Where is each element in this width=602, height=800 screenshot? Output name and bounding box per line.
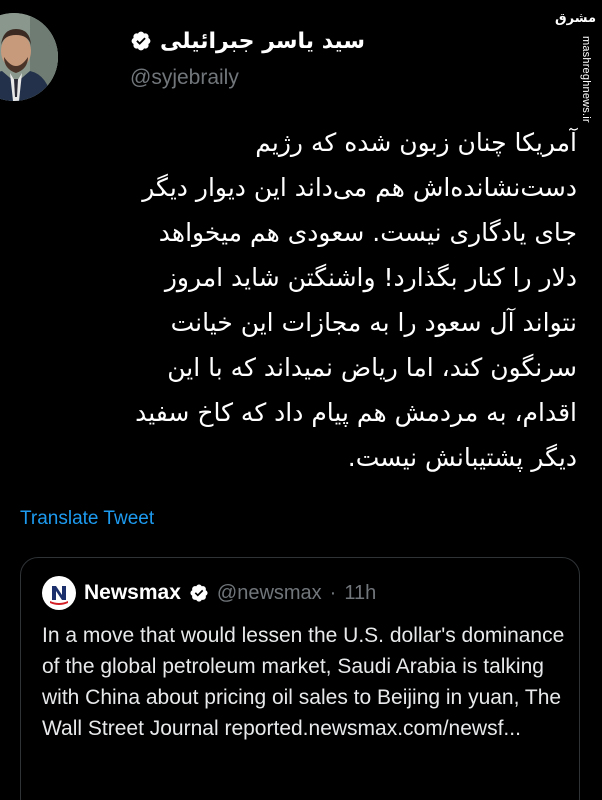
separator-dot: · [329,581,337,604]
tweet-line: دلار را کنار بگذارد! واشنگتن شاید امروز [164,263,577,292]
quoted-author-name[interactable]: Newsmax [84,581,181,605]
author-display-name[interactable]: سید یاسر جبرائیلی [160,29,365,54]
quoted-tweet-text: In a move that would lessen the U.S. dol… [42,624,565,740]
tweet-line: سرنگون کند، اما ریاض نمیداند که با این [167,353,577,382]
author-name-row: سید یاسر جبرائیلی [130,24,550,58]
watermark-url: mashreghnews.ir [580,36,592,123]
author-avatar[interactable] [0,13,58,101]
verified-badge-icon [131,31,151,51]
author-avatar-image [0,13,58,101]
translate-tweet-link[interactable]: Translate Tweet [20,508,154,530]
newsmax-logo-icon [43,577,75,609]
quoted-tweet-card[interactable]: Newsmax @newsmax · 11h In a move that wo… [20,557,580,800]
tweet-body: آمریکا چنان زبون شده که رژیم دست‌نشانده‌… [22,120,577,480]
newsmax-avatar[interactable] [42,576,76,610]
author-handle[interactable]: @syjebraily [130,66,239,90]
quoted-author-handle[interactable]: @newsmax [217,582,322,605]
tweet-header: سید یاسر جبرائیلی @syjebraily [0,0,560,110]
tweet-line: آمریکا چنان زبون شده که رژیم [255,128,577,157]
tweet-line: نتواند آل سعود را به مجازات این خیانت [170,308,577,337]
quoted-tweet-header: Newsmax @newsmax · 11h [42,576,376,610]
watermark-logo: مشرق [555,11,596,26]
tweet-line: دست‌نشانده‌اش هم می‌داند این دیوار دیگر [142,173,577,202]
tweet-line: جای یادگاری نیست. سعودی هم میخواهد [158,218,577,247]
tweet-line: دیگر پشتیبانش نیست. [347,443,577,472]
quoted-tweet-timestamp[interactable]: 11h [344,582,376,605]
tweet-line: اقدام، به مردمش هم پیام داد که کاخ سفید [135,398,577,427]
verified-badge-icon [190,584,208,602]
